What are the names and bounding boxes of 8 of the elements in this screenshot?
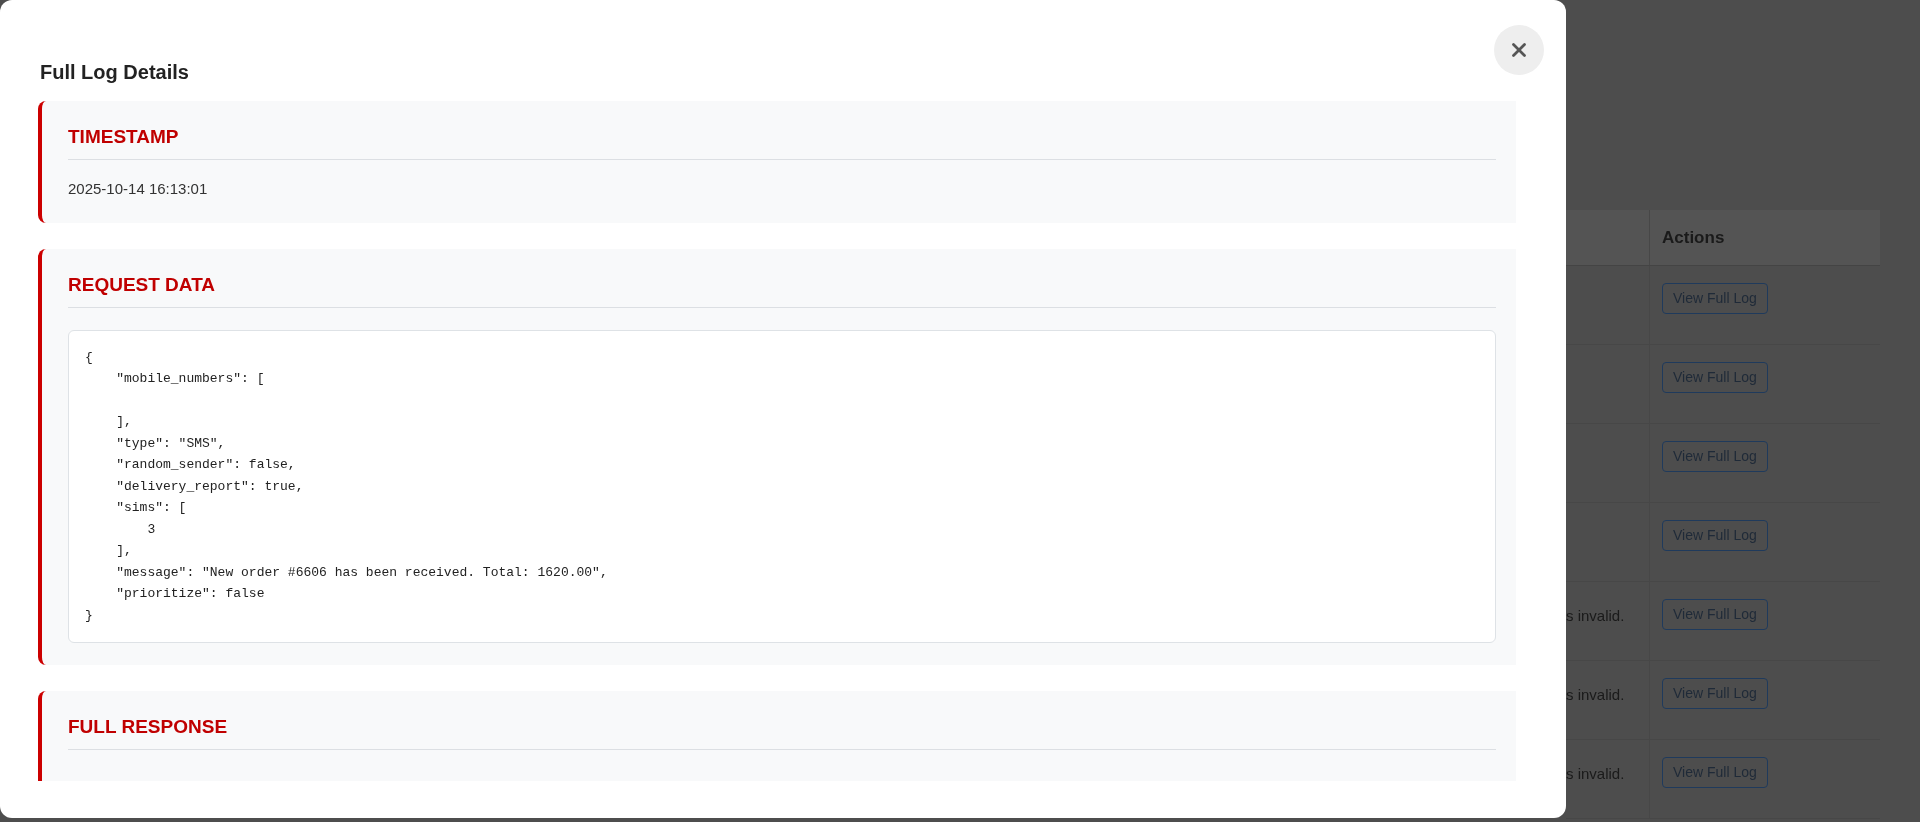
section-heading: TIMESTAMP — [68, 125, 180, 149]
close-button[interactable] — [1494, 25, 1544, 75]
column-header: Actions — [1661, 226, 1725, 249]
code-block: { "mobile_numbers": [ ], "type": "SMS", "random_sender": false, "delivery_report": true, "sims": [ 3 ], "message": "New order #6606 has been received. Total: 1620.00", "prioritize": false } — [68, 329, 1496, 643]
section-heading: REQUEST DATA — [68, 272, 217, 297]
modal-title: Full Log Details — [40, 60, 189, 85]
timestamp-value: 2025-10-14 16:13:01 — [68, 179, 209, 199]
section-heading: FULL RESPONSE — [68, 715, 229, 739]
